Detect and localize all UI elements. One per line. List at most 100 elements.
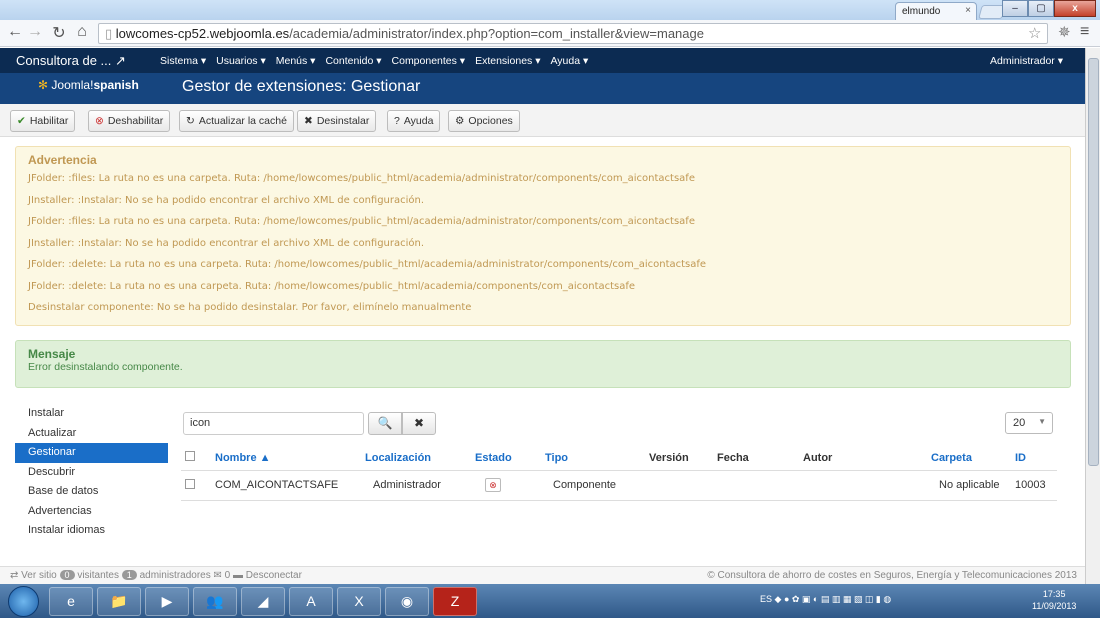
col-fecha: Fecha xyxy=(713,446,799,471)
language-indicator[interactable]: ES xyxy=(760,594,772,604)
logo-lang: spanish xyxy=(93,78,139,92)
warning-line: JInstaller: :Instalar: No se ha podido e… xyxy=(28,194,425,206)
home-icon[interactable]: ⌂ xyxy=(73,23,91,41)
scrollbar-thumb[interactable] xyxy=(1088,58,1099,466)
reload-icon[interactable]: ↻ xyxy=(50,23,68,43)
acrobat-icon[interactable]: A xyxy=(289,587,333,616)
disable-label: Deshabilitar xyxy=(107,115,164,127)
extension-version xyxy=(645,470,713,501)
browser-menu-icon[interactable]: ≡ xyxy=(1080,23,1089,41)
clock[interactable]: 17:35 11/09/2013 xyxy=(1032,588,1076,612)
disable-button[interactable]: ⊗ Deshabilitar xyxy=(88,110,171,132)
search-input[interactable]: icon xyxy=(183,412,364,435)
user-menu[interactable]: Administrador ▾ xyxy=(990,55,1063,67)
warning-line: JFolder: :delete: La ruta no es una carp… xyxy=(28,280,636,292)
message-alert: Mensaje Error desinstalando componente. xyxy=(15,340,1071,388)
sidebar-item-base-de-datos[interactable]: Base de datos xyxy=(15,482,168,502)
site-name-link[interactable]: Consultora de ... ↗ xyxy=(16,53,126,69)
clear-button[interactable]: ✖ xyxy=(402,412,436,435)
list-limit-select[interactable]: 20 ▼ xyxy=(1005,412,1053,434)
search-button[interactable]: 🔍 xyxy=(368,412,402,435)
vertical-scrollbar[interactable] xyxy=(1085,48,1100,584)
uninstall-label: Desinstalar xyxy=(316,115,370,127)
clear-icon: ✖ xyxy=(413,416,425,430)
browser-tab[interactable]: elmundo × xyxy=(895,2,977,20)
admins-count: 1 xyxy=(121,570,137,580)
uninstall-button[interactable]: ✖ Desinstalar xyxy=(297,110,377,132)
chrome-icon[interactable]: ◉ xyxy=(385,587,429,616)
page-header: ✻ Joomla!spanish Gestor de extensiones: … xyxy=(0,73,1085,104)
refresh-cache-button[interactable]: ↻ Actualizar la caché xyxy=(179,110,294,132)
sidebar-item-descubrir[interactable]: Descubrir xyxy=(15,463,168,483)
sidebar-item-instalar[interactable]: Instalar xyxy=(15,404,168,424)
filezilla-icon[interactable]: Z xyxy=(433,587,477,616)
contacts-icon[interactable]: 👥 xyxy=(193,587,237,616)
tab-close-icon[interactable]: × xyxy=(965,5,971,16)
col-id[interactable]: ID xyxy=(1011,446,1057,471)
col-localizacion[interactable]: Localización xyxy=(361,446,471,471)
page-icon: ▯ xyxy=(105,26,116,41)
close-window-button[interactable]: x xyxy=(1054,0,1096,17)
extension-id: 10003 xyxy=(1011,470,1057,501)
search-icon: 🔍 xyxy=(377,416,393,430)
menu-contenido[interactable]: Contenido ▾ xyxy=(325,55,381,67)
warning-line: JFolder: :delete: La ruta no es una carp… xyxy=(28,259,707,270)
help-label: Ayuda xyxy=(403,115,434,127)
menu-ayuda[interactable]: Ayuda ▾ xyxy=(550,55,588,67)
media-player-icon[interactable]: ▶ xyxy=(145,587,189,616)
logout-link[interactable]: ▬ Desconectar xyxy=(233,570,302,581)
forward-icon[interactable]: → xyxy=(26,23,44,41)
back-icon[interactable]: ← xyxy=(6,23,24,41)
view-site-link[interactable]: ⇄ Ver sitio xyxy=(10,570,57,581)
sidebar-item-instalar-idiomas[interactable]: Instalar idiomas xyxy=(15,521,168,541)
sidebar-item-gestionar[interactable]: Gestionar xyxy=(15,443,168,463)
message-title: Mensaje xyxy=(28,347,76,361)
minimize-button[interactable]: – xyxy=(1002,0,1028,17)
messages-link[interactable]: ✉ 0 xyxy=(214,570,231,581)
sidebar-item-actualizar[interactable]: Actualizar xyxy=(15,424,168,444)
table-row: COM_AICONTACTSAFE Administrador ⊗ Compon… xyxy=(181,470,1057,501)
options-button[interactable]: ⚙ Opciones xyxy=(448,110,520,132)
warning-line: Desinstalar componente: No se ha podido … xyxy=(28,302,472,313)
enable-button[interactable]: ✔ Habilitar xyxy=(10,110,76,132)
app-icon[interactable]: ◢ xyxy=(241,587,285,616)
menu-sistema[interactable]: Sistema ▾ xyxy=(160,55,206,67)
url-path: /academia/administrator/index.php?option… xyxy=(289,26,704,41)
menu-extensiones[interactable]: Extensiones ▾ xyxy=(475,55,540,67)
status-footer: ⇄ Ver sitio 0 visitantes 1 administrador… xyxy=(0,566,1085,584)
excel-icon[interactable]: X xyxy=(337,587,381,616)
browser-titlebar: elmundo × – ▢ x xyxy=(0,0,1100,20)
row-checkbox[interactable] xyxy=(185,478,195,489)
menu-menus[interactable]: Menús ▾ xyxy=(276,55,316,67)
windows-taskbar: e 📁 ▶ 👥 ◢ A X ◉ Z ES ◆ ● ✿ ▣ ◐ ▤ ▥ ▦ ▧ ◫… xyxy=(0,584,1100,618)
menu-usuarios[interactable]: Usuarios ▾ xyxy=(216,55,266,67)
visitors-label: visitantes xyxy=(77,570,119,581)
select-all-checkbox[interactable] xyxy=(185,451,195,462)
help-button[interactable]: ? Ayuda xyxy=(387,110,441,132)
menu-componentes[interactable]: Componentes ▾ xyxy=(392,55,466,67)
extension-name: COM_AICONTACTSAFE xyxy=(211,470,361,501)
ie-icon[interactable]: e xyxy=(49,587,93,616)
browser-toolbar: ← → ↻ ⌂ ▯ lowcomes-cp52.webjoomla.es/aca… xyxy=(0,20,1100,47)
refresh-icon: ↻ xyxy=(186,115,195,127)
message-text: Error desinstalando componente. xyxy=(28,361,183,373)
logo-text: Joomla! xyxy=(51,78,94,92)
start-button[interactable] xyxy=(8,586,39,617)
extensions-table: Nombre ▲ Localización Estado Tipo Versió… xyxy=(181,446,1057,501)
clock-date: 11/09/2013 xyxy=(1032,601,1077,611)
col-autor: Autor xyxy=(799,446,927,471)
col-estado[interactable]: Estado xyxy=(471,446,541,471)
system-tray: ES ◆ ● ✿ ▣ ◐ ▤ ▥ ▦ ▧ ◫ ▮ ◍ xyxy=(760,594,892,604)
bookmark-star-icon[interactable]: ☆ xyxy=(1028,24,1041,42)
admin-top-navbar: Consultora de ... ↗ Sistema ▾ Usuarios ▾… xyxy=(0,48,1085,73)
col-carpeta[interactable]: Carpeta xyxy=(927,446,1011,471)
options-label: Opciones xyxy=(468,115,513,127)
maximize-button[interactable]: ▢ xyxy=(1028,0,1054,17)
explorer-icon[interactable]: 📁 xyxy=(97,587,141,616)
col-nombre[interactable]: Nombre ▲ xyxy=(211,446,361,471)
address-bar[interactable]: ▯ lowcomes-cp52.webjoomla.es/academia/ad… xyxy=(98,23,1048,44)
status-disabled-icon[interactable]: ⊗ xyxy=(485,478,501,492)
col-tipo[interactable]: Tipo xyxy=(541,446,645,471)
sidebar-item-advertencias[interactable]: Advertencias xyxy=(15,502,168,522)
extension-icon[interactable]: ✵ xyxy=(1058,23,1071,41)
